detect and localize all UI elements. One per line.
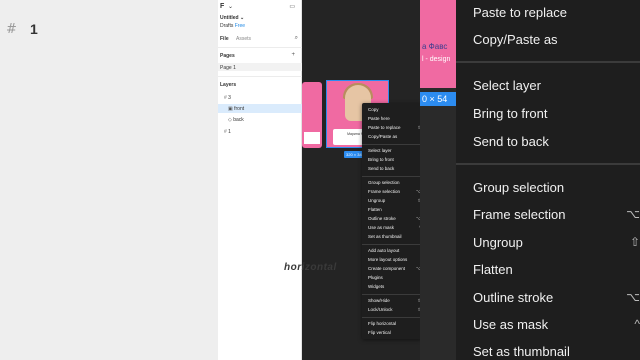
layers-panel: F ⌄ ▭ Untitled ⌄ Drafts Free File Assets… bbox=[218, 0, 302, 360]
zoom-menu-item-group-selection[interactable]: Group selection bbox=[473, 180, 564, 195]
tab-file[interactable]: File bbox=[220, 36, 229, 42]
menu-item-outline-stroke[interactable]: Outline stroke bbox=[368, 216, 396, 221]
zoom-menu-item-outline-stroke[interactable]: Outline stroke bbox=[473, 290, 553, 305]
layer-item[interactable]: ◇ back bbox=[228, 117, 244, 123]
shortcut-label: ^ bbox=[634, 317, 640, 331]
menu-item-add-auto-layout[interactable]: Add auto layout bbox=[368, 248, 399, 253]
shortcut-label: ⇧ bbox=[629, 235, 640, 249]
card-caption-box bbox=[304, 132, 320, 144]
zoom-menu-item-use-as-mask[interactable]: Use as mask bbox=[473, 317, 548, 332]
plan-badge: Free bbox=[234, 23, 246, 29]
zoomed-dimensions-badge: 0 × 54 bbox=[420, 92, 460, 106]
zoom-menu-item-ungroup[interactable]: Ungroup bbox=[473, 235, 523, 250]
divider bbox=[218, 76, 302, 77]
menu-separator bbox=[456, 61, 640, 63]
component-icon: ◇ bbox=[228, 117, 232, 123]
layer-item[interactable]: # 1 bbox=[224, 129, 231, 135]
panel-toggle-icon[interactable]: ▭ bbox=[289, 3, 295, 10]
pages-section-title: Pages bbox=[220, 53, 235, 59]
zoom-menu-item-frame-selection[interactable]: Frame selection bbox=[473, 207, 565, 222]
layer-item[interactable]: ▣ front bbox=[228, 106, 244, 112]
menu-item-set-as-thumbnail[interactable]: Set as thumbnail bbox=[368, 234, 402, 239]
menu-item-bring-to-front[interactable]: Bring to front bbox=[368, 157, 394, 162]
drafts-label[interactable]: Drafts bbox=[220, 23, 233, 29]
menu-separator bbox=[362, 317, 422, 318]
page-item[interactable]: Page 1 bbox=[220, 65, 236, 71]
tab-assets[interactable]: Assets bbox=[236, 36, 251, 42]
menu-item-use-as-mask[interactable]: Use as mask bbox=[368, 225, 394, 230]
blurred-background-left: # 1 bbox=[0, 0, 218, 360]
menu-item-copy[interactable]: Copy bbox=[368, 107, 379, 112]
layers-section-title: Layers bbox=[220, 82, 237, 88]
menu-item-more-layout-options[interactable]: More layout options bbox=[368, 257, 407, 262]
zoom-menu-item-set-as-thumbnail[interactable]: Set as thumbnail bbox=[473, 344, 570, 359]
zoom-menu-item-bring-to-front[interactable]: Bring to front bbox=[473, 106, 547, 121]
menu-item-paste-to-replace[interactable]: Paste to replace bbox=[368, 125, 401, 130]
panel-tabs: File Assets ⌕ bbox=[220, 35, 298, 45]
dimensions-badge: 320 × 34 bbox=[344, 151, 364, 158]
file-title-text: Untitled bbox=[220, 15, 239, 21]
zoom-menu-item-flatten[interactable]: Flatten bbox=[473, 262, 513, 277]
file-title[interactable]: Untitled ⌄ bbox=[220, 15, 244, 21]
menu-separator bbox=[362, 176, 422, 177]
zoomed-card: а Фавс l - design bbox=[420, 0, 460, 88]
search-icon[interactable]: ⌕ bbox=[295, 35, 298, 42]
zoom-menu-item-paste-to-replace[interactable]: Paste to replace bbox=[473, 5, 567, 20]
menu-item-frame-selection[interactable]: Frame selection bbox=[368, 189, 400, 194]
menu-item-flip-horizontal[interactable]: Flip horizontal bbox=[368, 321, 396, 326]
figma-logo-icon[interactable]: F bbox=[220, 3, 224, 10]
add-page-icon[interactable]: + bbox=[291, 52, 295, 58]
layer-name: 1 bbox=[228, 129, 231, 135]
layer-item[interactable]: # 3 bbox=[224, 95, 231, 101]
menu-separator bbox=[362, 294, 422, 295]
menu-item-lock-unlock[interactable]: Lock/Unlock bbox=[368, 307, 393, 312]
layer-name: front bbox=[234, 106, 245, 112]
frame-icon: # bbox=[224, 95, 227, 101]
menu-item-create-component[interactable]: Create component bbox=[368, 266, 405, 271]
frame-hash-icon: # bbox=[6, 22, 17, 37]
file-location: Drafts Free bbox=[220, 23, 245, 29]
image-icon: ▣ bbox=[228, 106, 233, 112]
menu-item-plugins[interactable]: Plugins bbox=[368, 275, 383, 280]
zoomed-card-subtext: l - design bbox=[422, 56, 451, 63]
shortcut-label: ⌥ bbox=[626, 207, 640, 221]
screen: # 1 F ⌄ ▭ Untitled ⌄ Drafts Free File As… bbox=[0, 0, 640, 360]
menu-separator bbox=[456, 163, 640, 165]
context-menu: Copy Paste here Paste to replace ⇧ Copy/… bbox=[362, 103, 422, 339]
zoom-menu-item-select-layer[interactable]: Select layer bbox=[473, 78, 541, 93]
menu-item-send-to-back[interactable]: Send to back bbox=[368, 166, 394, 171]
zoom-menu-item-copy-paste-as[interactable]: Copy/Paste as bbox=[473, 32, 558, 47]
menu-item-show-hide[interactable]: Show/Hide bbox=[368, 298, 390, 303]
menu-item-flip-vertical[interactable]: Flip vertical bbox=[368, 330, 391, 335]
zoomed-card-text: а Фавс bbox=[422, 42, 448, 51]
zoom-menu-item-send-to-back[interactable]: Send to back bbox=[473, 134, 549, 149]
layer-name: back bbox=[233, 117, 244, 123]
shortcut-label: ⌥ bbox=[626, 290, 640, 304]
watermark-text: horizontal bbox=[284, 262, 337, 273]
frame-icon: # bbox=[224, 129, 227, 135]
title-caret-icon: ⌄ bbox=[240, 15, 245, 21]
frame-number-label: 1 bbox=[30, 21, 38, 37]
menu-separator bbox=[362, 244, 422, 245]
divider bbox=[218, 47, 302, 48]
zoomed-context-menu: Paste to replace Copy/Paste as Select la… bbox=[456, 0, 640, 360]
card-partial[interactable] bbox=[302, 82, 322, 148]
menu-item-flatten[interactable]: Flatten bbox=[368, 207, 382, 212]
menu-item-copy-paste-as[interactable]: Copy/Paste as bbox=[368, 134, 397, 139]
menu-item-ungroup[interactable]: Ungroup bbox=[368, 198, 385, 203]
menu-item-widgets[interactable]: Widgets bbox=[368, 284, 384, 289]
layer-name: 3 bbox=[228, 95, 231, 101]
menu-separator bbox=[362, 144, 422, 145]
menu-item-select-layer[interactable]: Select layer bbox=[368, 148, 392, 153]
menu-item-group-selection[interactable]: Group selection bbox=[368, 180, 400, 185]
main-menu-caret-icon[interactable]: ⌄ bbox=[228, 3, 233, 10]
menu-item-paste-here[interactable]: Paste here bbox=[368, 116, 390, 121]
